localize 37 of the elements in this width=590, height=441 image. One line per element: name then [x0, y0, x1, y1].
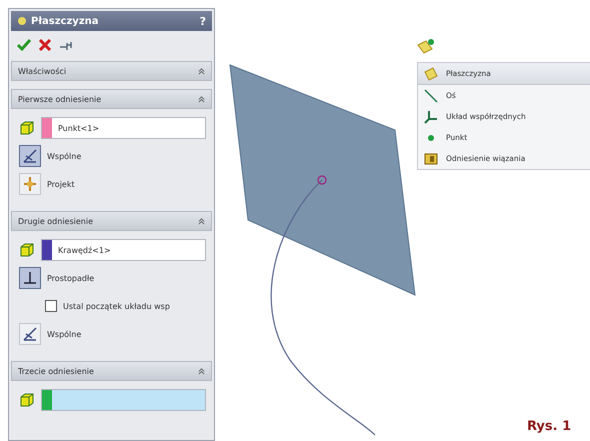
help-button[interactable]: ?: [200, 14, 206, 28]
collapse-icon[interactable]: [198, 96, 205, 102]
pushpin-icon[interactable]: [59, 39, 73, 51]
angle-icon: [22, 326, 38, 342]
perpendicular-icon: [22, 270, 38, 286]
cube-icon: [19, 242, 35, 258]
option-label: Prostopadłe: [47, 274, 94, 282]
angle-icon: [22, 148, 38, 164]
figure-caption: Rys. 1: [527, 419, 572, 434]
ok-icon[interactable]: [17, 39, 31, 51]
panel-title: Płaszczyzna: [31, 16, 100, 26]
section-header[interactable]: Trzecie odniesienie: [11, 361, 212, 381]
selection-field[interactable]: [41, 389, 206, 411]
constraint-button[interactable]: [19, 323, 41, 345]
mate-reference-icon: [424, 152, 438, 166]
cube-icon: [19, 120, 35, 136]
coordinate-system-icon: [424, 110, 438, 124]
option-label: Wspólne: [47, 330, 82, 338]
section-header[interactable]: Właściwości: [11, 61, 212, 81]
collapse-icon[interactable]: [198, 68, 205, 74]
constraint-button[interactable]: [19, 267, 41, 289]
selection-field[interactable]: Punkt<1>: [41, 117, 206, 139]
selection-field[interactable]: Krawędź<1>: [41, 239, 206, 261]
sketch-plane-icon[interactable]: [417, 38, 435, 56]
close-icon[interactable]: [39, 39, 51, 51]
option-label: Wspólne: [47, 152, 82, 160]
constraint-button[interactable]: [19, 145, 41, 167]
checkbox-label: Ustal początek układu wsp: [63, 302, 170, 310]
collapse-icon[interactable]: [198, 218, 205, 224]
checkbox[interactable]: [45, 300, 57, 312]
section-header[interactable]: Pierwsze odniesienie: [11, 89, 212, 109]
cube-icon: [19, 392, 35, 408]
collapse-icon[interactable]: [198, 368, 205, 374]
axis-icon: [424, 88, 438, 102]
option-label: Projekt: [47, 180, 75, 188]
projection-icon: [22, 176, 38, 192]
section-header[interactable]: Drugie odniesienie: [11, 211, 212, 231]
